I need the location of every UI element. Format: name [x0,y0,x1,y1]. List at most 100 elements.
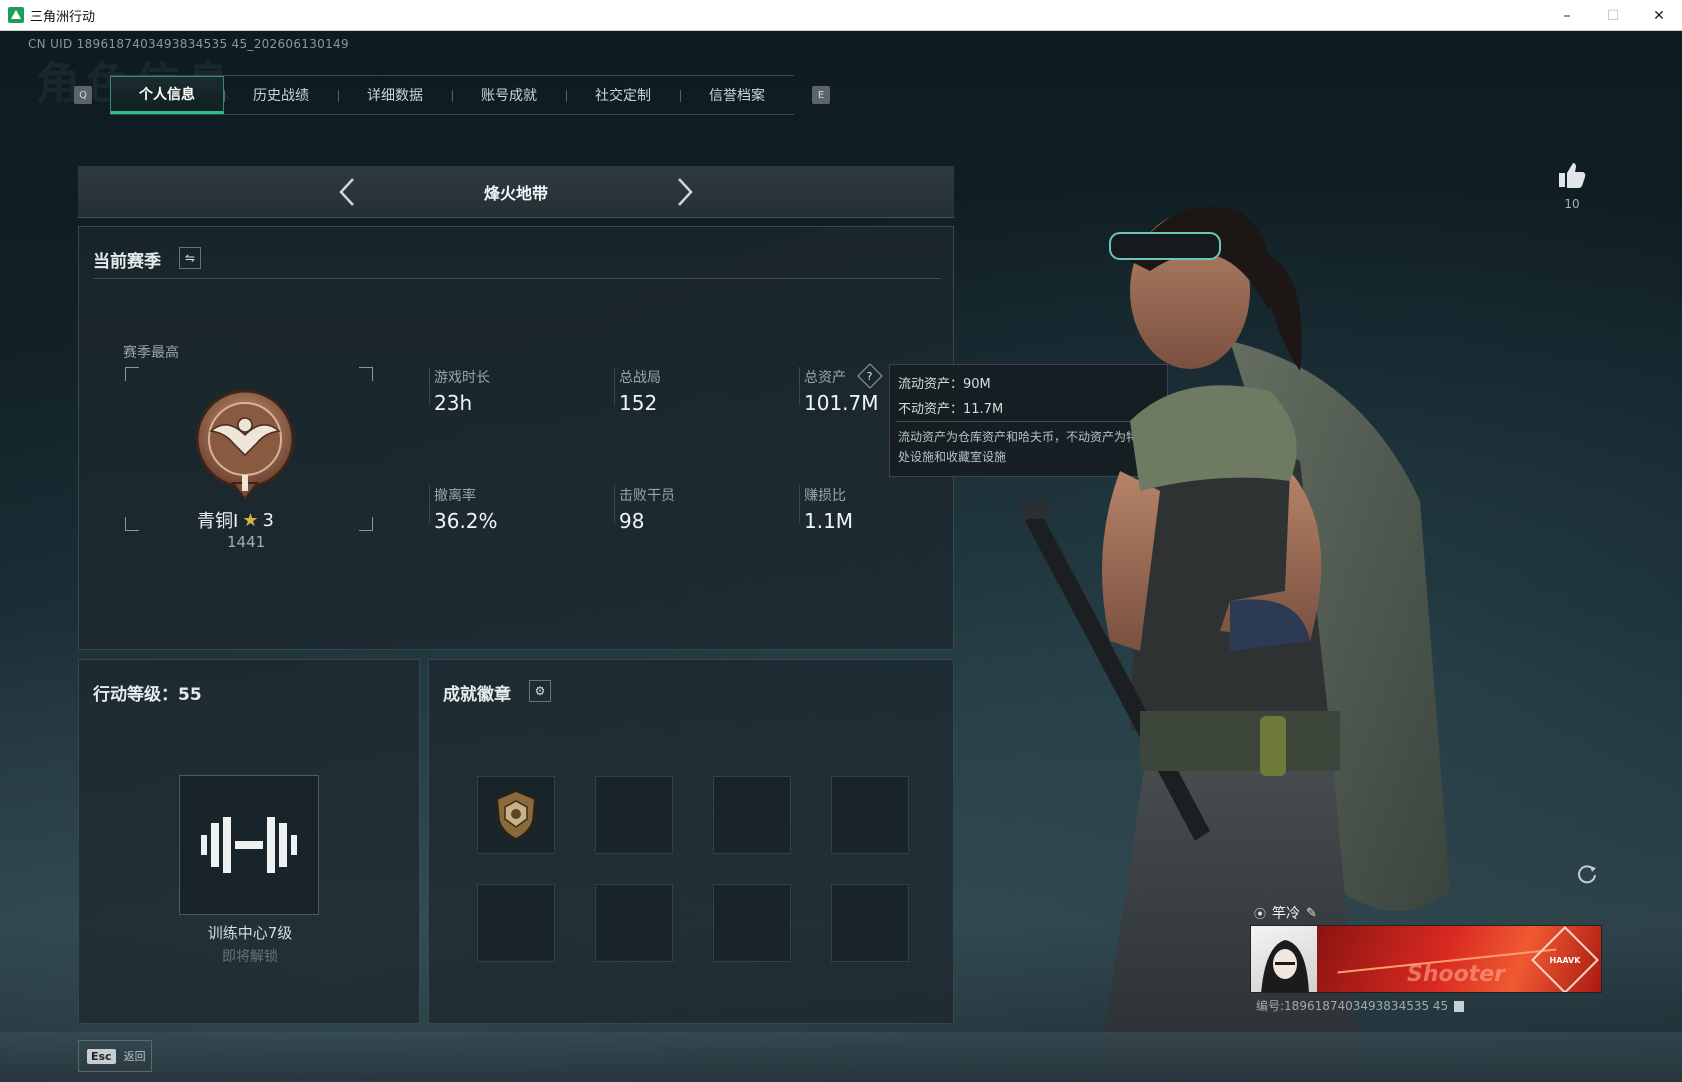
location-pin-icon: ⦿ [1254,906,1267,921]
play-time-value: 23h [434,391,473,415]
stat-separator [799,367,800,405]
rank-score: 1441 [227,533,266,551]
tabs-bar: Q 个人信息 历史战绩 详细数据 账号成就 社交定制 信誉档案 E [74,75,830,115]
level-reward-name: 训练中心7级 [207,924,293,942]
action-level-panel: 行动等级：55 训练中心7级 即将解锁 [78,659,420,1024]
total-matches-label: 总战局 [619,370,661,386]
badge-slot[interactable] [831,776,909,854]
season-panel: 当前赛季 ⇋ 赛季最高 青铜I ★ 3 1441 游戏时长 23h 总战局 15… [78,226,954,650]
badge-title: 成就徽章 [443,685,511,705]
thumbs-up-icon [1559,163,1586,188]
copy-icon[interactable] [1454,1001,1465,1012]
chevron-left-icon [339,178,354,206]
chevron-right-icon [678,178,693,206]
kills-label: 击败干员 [619,488,675,504]
rank-line: 青铜I ★ 3 [197,507,274,533]
action-level-title: 行动等级：55 [93,685,202,705]
anime-avatar-icon [1261,940,1309,992]
total-assets-label: 总资产 [804,370,846,386]
like-widget[interactable]: 10 [1554,161,1590,211]
window-titlebar: 三角洲行动 – ☐ ✕ [0,0,1682,31]
refresh-icon[interactable] [1576,863,1598,885]
extract-rate-label: 撤离率 [434,488,476,504]
mode-next-button[interactable] [670,176,700,208]
season-title-divider [93,278,941,279]
haavk-logo-icon: HAAVK [1531,926,1599,992]
swap-icon: ⇋ [184,251,196,265]
stat-separator [614,485,615,523]
tab-achievements[interactable]: 账号成就 [452,76,566,114]
tab-details[interactable]: 详细数据 [338,76,452,114]
rank-name: 青铜I [197,511,239,532]
rank-frame-corner [359,367,373,381]
tooltip-liquid-assets: 流动资产：90M [898,377,991,392]
tab-social[interactable]: 社交定制 [566,76,680,114]
profit-ratio-value: 1.1M [804,509,854,533]
stat-separator [799,485,800,523]
badge-slot[interactable] [595,884,673,962]
tab-credit[interactable]: 信誉档案 [680,76,794,114]
gear-icon: ⚙ [534,684,546,698]
player-card: ⦿ 竿冷 ✎ Shooter HAAVK 编号:1896187403493834… [1250,903,1602,1023]
banner-art: Shooter HAAVK [1317,926,1601,992]
tab-history[interactable]: 历史战绩 [224,76,338,114]
rank-stars: 3 [262,509,274,531]
shield-badge-icon [495,789,537,841]
window-controls: – ☐ ✕ [1544,0,1682,31]
tab-next-key-hint[interactable]: E [812,86,830,104]
star-icon: ★ [242,509,259,531]
banner-brand-label: HAAVK [1549,955,1581,965]
esc-key-hint: Esc [87,1048,116,1064]
badge-slot[interactable] [477,884,555,962]
badge-settings-button[interactable]: ⚙ [529,680,551,702]
footer-bar: Esc 返回 [0,1032,1682,1082]
question-icon: ? [867,369,873,383]
player-id-row: 编号:1896187403493834535 45 [1256,997,1465,1014]
window-title: 三角洲行动 [30,9,96,25]
assets-help-button[interactable]: ? [857,363,883,389]
back-button[interactable]: Esc 返回 [78,1040,152,1072]
season-switch-button[interactable]: ⇋ [179,247,201,269]
season-title: 当前赛季 [93,252,161,272]
mode-title: 烽火地带 [483,183,548,203]
tab-list: 个人信息 历史战绩 详细数据 账号成就 社交定制 信誉档案 [110,75,794,115]
like-count: 10 [1564,197,1580,211]
player-id: 编号:1896187403493834535 45 [1256,999,1449,1013]
level-reward-tile[interactable] [179,775,319,915]
badge-slot[interactable] [595,776,673,854]
player-banner[interactable]: Shooter HAAVK [1250,925,1602,993]
tab-prev-key-hint[interactable]: Q [74,86,92,104]
profit-ratio-label: 赚损比 [804,488,846,504]
kills-value: 98 [619,509,645,533]
rank-frame-corner [359,517,373,531]
rank-frame-corner [125,367,139,381]
back-label: 返回 [123,1050,146,1063]
badge-slot[interactable] [713,884,791,962]
banner-script-text: Shooter [1407,962,1506,987]
mode-selector: 烽火地带 [78,166,954,218]
stat-separator [614,367,615,405]
season-best-label: 赛季最高 [123,345,179,361]
dumbbell-icon [201,817,297,873]
minimize-button[interactable]: – [1544,0,1590,31]
player-name-row: ⦿ 竿冷 ✎ [1254,903,1317,923]
game-viewport: 角色信息 CN UID 1896187403493834535 45_20260… [0,31,1682,1082]
player-name: 竿冷 [1272,906,1301,922]
total-assets-value: 101.7M [804,391,879,415]
stat-separator [429,485,430,523]
extract-rate-value: 36.2% [434,509,498,533]
tab-personal-info[interactable]: 个人信息 [110,76,224,114]
close-button[interactable]: ✕ [1636,0,1682,31]
badge-slot[interactable] [831,884,909,962]
level-reward-status: 即将解锁 [222,949,278,965]
edit-name-button[interactable]: ✎ [1306,906,1317,921]
badge-slot[interactable] [713,776,791,854]
play-time-label: 游戏时长 [434,370,490,386]
mode-prev-button[interactable] [332,176,362,208]
badge-slot[interactable] [477,776,555,854]
rank-frame-corner [125,517,139,531]
player-avatar[interactable] [1251,926,1317,992]
bronze-rank-emblem-icon [195,389,295,501]
maximize-button[interactable]: ☐ [1590,0,1636,31]
uid-line: CN UID 1896187403493834535 45_2026061301… [28,37,349,51]
